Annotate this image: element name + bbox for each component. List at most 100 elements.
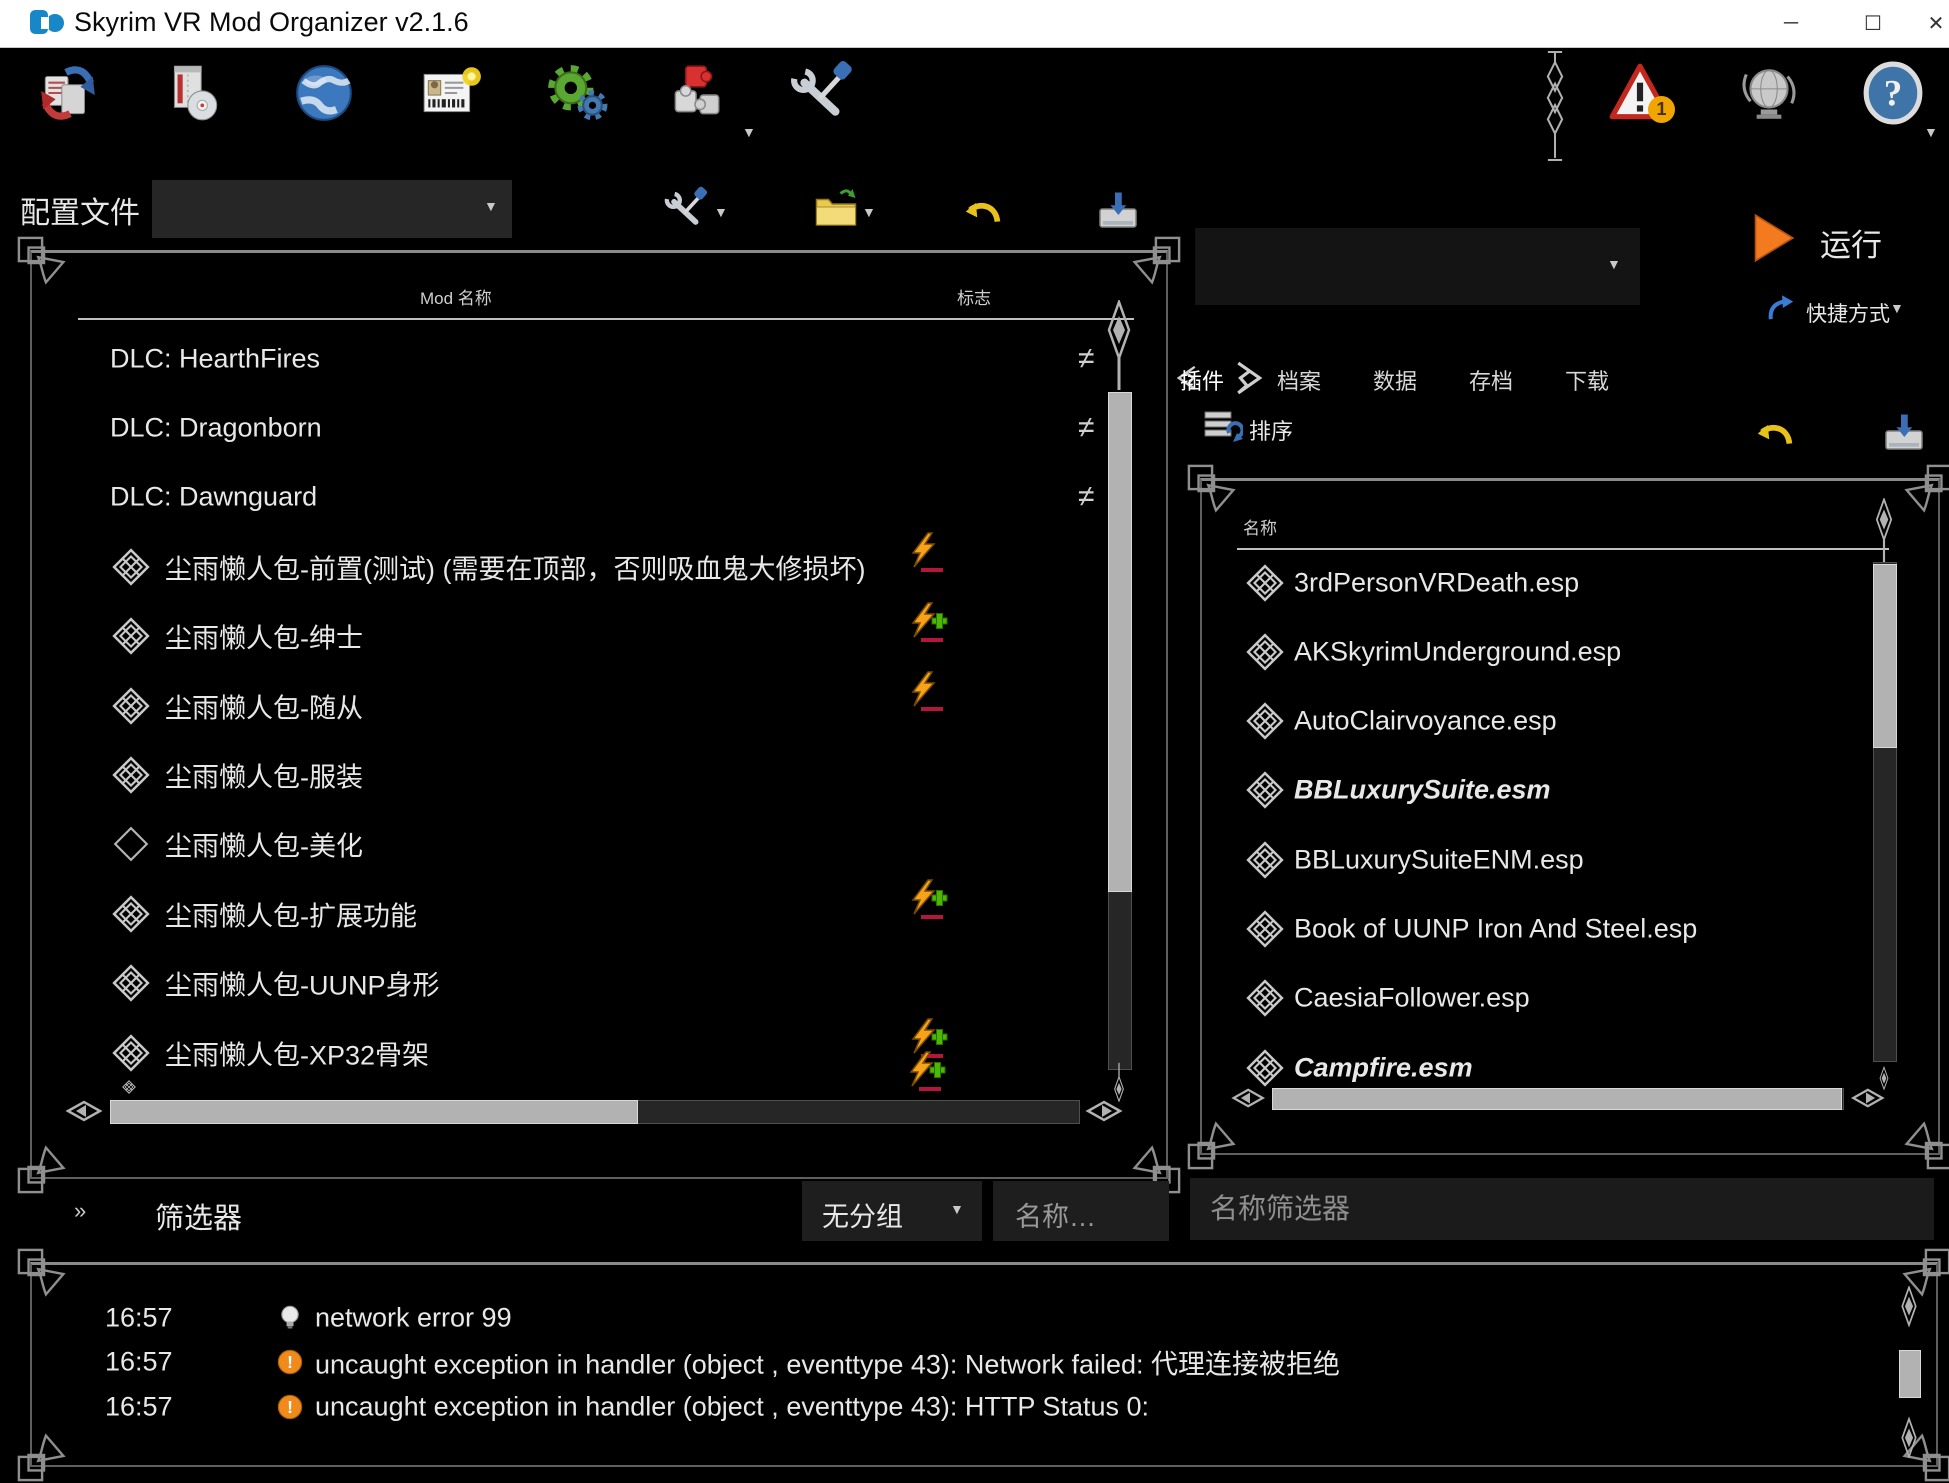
- plugins-menu-icon[interactable]: [663, 58, 729, 128]
- scroll-down-ornament-icon[interactable]: [1896, 1396, 1922, 1458]
- mod-checkbox-checked-icon[interactable]: [112, 548, 150, 586]
- scroll-up-ornament-icon[interactable]: [1106, 300, 1132, 392]
- mod-list-row[interactable]: DLC: HearthFires≠: [32, 324, 1166, 393]
- tab-item[interactable]: 档案: [1254, 364, 1344, 396]
- plugin-hscroll-handle[interactable]: [1272, 1088, 1842, 1110]
- plugin-checkbox-checked-icon[interactable]: [1246, 633, 1284, 671]
- mod-column-flags[interactable]: 标志: [957, 284, 991, 309]
- scroll-down-ornament-icon[interactable]: [1871, 1054, 1897, 1090]
- plugin-row[interactable]: AutoClairvoyance.esp: [1200, 687, 1888, 756]
- plugin-undo-button[interactable]: [1752, 412, 1798, 458]
- open-folder-button[interactable]: [812, 186, 860, 234]
- profile-tools-button[interactable]: [664, 186, 710, 232]
- mod-checkbox-checked-icon[interactable]: [112, 895, 150, 933]
- group-by-select[interactable]: 无分组 ▼: [802, 1181, 982, 1241]
- plugin-column-name[interactable]: 名称: [1243, 514, 1277, 539]
- mod-list-row[interactable]: 尘雨懒人包-随从: [32, 671, 1166, 740]
- mod-list-row[interactable]: 尘雨懒人包-绅士: [32, 602, 1166, 671]
- minimize-button[interactable]: ─: [1760, 0, 1822, 46]
- help-dropdown-arrow[interactable]: ▼: [1924, 124, 1938, 140]
- sort-label: 排序: [1249, 414, 1293, 446]
- plugin-save-button[interactable]: [1880, 410, 1928, 458]
- executable-select[interactable]: SKSE ▼: [1195, 228, 1640, 305]
- plugin-checkbox-checked-icon[interactable]: [1246, 841, 1284, 879]
- scroll-left-ornament-icon[interactable]: [1230, 1086, 1270, 1110]
- plugin-checkbox-checked-icon[interactable]: [1246, 910, 1284, 948]
- mod-hscroll-handle[interactable]: [110, 1100, 638, 1124]
- mod-list-row[interactable]: 尘雨懒人包-扩展功能: [32, 879, 1166, 948]
- settings-icon[interactable]: [544, 58, 610, 128]
- help-icon[interactable]: ?: [1860, 58, 1926, 128]
- plugin-checkbox-checked-icon[interactable]: [1246, 979, 1284, 1017]
- mod-checkbox-checked-icon[interactable]: [112, 1034, 150, 1072]
- log-vscroll-handle[interactable]: [1899, 1350, 1921, 1398]
- mod-vscroll-handle[interactable]: [1108, 392, 1132, 892]
- tab-item[interactable]: 下载: [1542, 364, 1632, 396]
- mod-checkbox-checked-icon[interactable]: [112, 687, 150, 725]
- check-updates-icon[interactable]: [1736, 58, 1802, 128]
- plugin-checkbox-checked-icon[interactable]: [1246, 1049, 1284, 1087]
- save-list-button[interactable]: [1094, 188, 1142, 236]
- mod-list-row[interactable]: 尘雨懒人包-前置(测试) (需要在顶部，否则吸血鬼大修损坏): [32, 532, 1166, 601]
- name-filter-button[interactable]: 名称…: [993, 1181, 1169, 1241]
- tools-icon[interactable]: [790, 58, 856, 128]
- plugin-checkbox-checked-icon[interactable]: [1246, 702, 1284, 740]
- shortcut-button[interactable]: 快捷方式: [1806, 298, 1890, 328]
- scroll-up-ornament-icon[interactable]: [1871, 498, 1897, 564]
- plugin-row[interactable]: 3rdPersonVRDeath.esp: [1200, 548, 1888, 617]
- plugin-name-filter-input[interactable]: [1190, 1178, 1934, 1240]
- ornate-corner-icon: [16, 235, 74, 293]
- browse-nexus-icon[interactable]: [291, 58, 357, 128]
- plugin-row[interactable]: CaesiaFollower.esp: [1200, 964, 1888, 1033]
- profile-card-icon[interactable]: [418, 58, 484, 128]
- chevron-down-icon: ▼: [950, 1201, 964, 1217]
- sort-button[interactable]: 排序: [1203, 408, 1343, 446]
- plugin-vscroll-handle[interactable]: [1873, 564, 1897, 748]
- folder-dropdown-arrow[interactable]: ▼: [862, 204, 876, 220]
- mod-list-row[interactable]: DLC: Dawnguard≠: [32, 463, 1166, 532]
- scroll-left-ornament-icon[interactable]: [64, 1098, 108, 1124]
- scroll-down-ornament-icon[interactable]: [1106, 1062, 1132, 1102]
- undo-button[interactable]: [960, 190, 1006, 236]
- mod-list-row[interactable]: 尘雨懒人包-XP32骨架: [32, 1018, 1166, 1087]
- run-button[interactable]: 运行: [1820, 220, 1882, 265]
- maximize-button[interactable]: ☐: [1842, 0, 1904, 46]
- shortcut-dropdown-arrow[interactable]: ▼: [1890, 300, 1904, 316]
- run-play-icon[interactable]: [1749, 207, 1801, 269]
- plugins-menu-dropdown-arrow[interactable]: ▼: [742, 124, 756, 140]
- mod-name: DLC: HearthFires: [110, 343, 320, 374]
- scroll-up-ornament-icon[interactable]: [1896, 1286, 1922, 1348]
- log-bulb-icon: [276, 1304, 304, 1332]
- tab-plugins[interactable]: 插件: [1170, 364, 1234, 396]
- busy-chain-icon[interactable]: [1543, 50, 1567, 162]
- tab-item[interactable]: 存档: [1446, 364, 1536, 396]
- mod-checkbox-checked-icon[interactable]: [112, 964, 150, 1002]
- profile-select[interactable]: Default ▼: [152, 180, 512, 238]
- install-mod-icon[interactable]: [160, 58, 226, 128]
- mod-name: 尘雨懒人包-美化: [165, 825, 363, 864]
- mod-checkbox-checked-icon[interactable]: [112, 756, 150, 794]
- plugin-row[interactable]: Book of UUNP Iron And Steel.esp: [1200, 895, 1888, 964]
- scroll-right-ornament-icon[interactable]: [1846, 1086, 1886, 1110]
- mod-checkbox-checked-icon[interactable]: [112, 617, 150, 655]
- ornate-corner-icon: [1896, 463, 1949, 521]
- mod-list-row[interactable]: DLC: Dragonborn≠: [32, 393, 1166, 462]
- mod-column-name[interactable]: Mod 名称: [420, 284, 492, 309]
- profile-tools-dropdown-arrow[interactable]: ▼: [714, 204, 728, 220]
- mod-name: 尘雨懒人包-扩展功能: [165, 894, 417, 933]
- plugin-row[interactable]: AKSkyrimUnderground.esp: [1200, 617, 1888, 686]
- plugin-checkbox-checked-icon[interactable]: [1246, 771, 1284, 809]
- plugin-checkbox-checked-icon[interactable]: [1246, 564, 1284, 602]
- tab-item[interactable]: 数据: [1350, 364, 1440, 396]
- refresh-icon[interactable]: [35, 58, 101, 128]
- mod-list-row[interactable]: 尘雨懒人包-服装: [32, 740, 1166, 809]
- scroll-right-ornament-icon[interactable]: [1080, 1098, 1124, 1124]
- mod-checkbox-unchecked-icon[interactable]: [112, 825, 150, 863]
- mod-list-row[interactable]: 尘雨懒人包-UUNP身形: [32, 949, 1166, 1018]
- shortcut-arrow-icon: [1766, 292, 1798, 324]
- mod-list-row[interactable]: 尘雨懒人包-美化: [32, 810, 1166, 879]
- close-button[interactable]: ✕: [1905, 0, 1949, 46]
- filter-expander[interactable]: »: [74, 1198, 86, 1224]
- plugin-row[interactable]: BBLuxurySuite.esm: [1200, 756, 1888, 825]
- plugin-row[interactable]: BBLuxurySuiteENM.esp: [1200, 825, 1888, 894]
